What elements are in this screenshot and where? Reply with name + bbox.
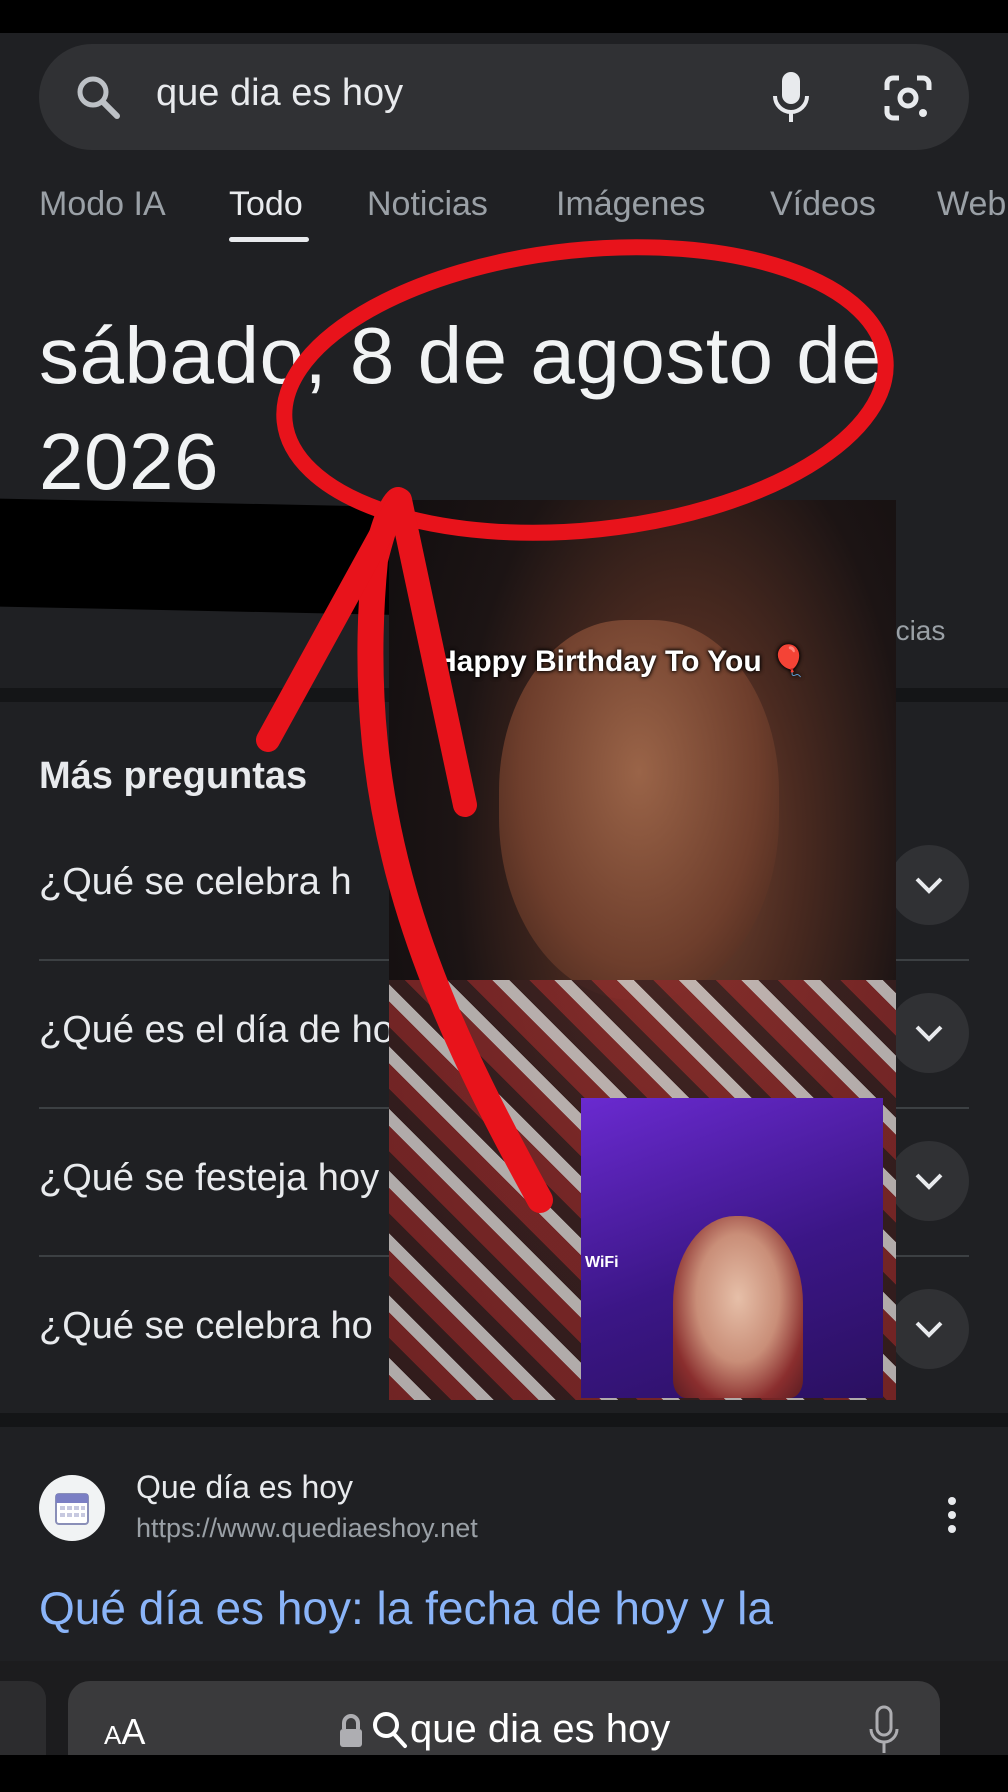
expand-button[interactable]	[889, 993, 969, 1073]
reader-settings-button[interactable]: AA	[104, 1711, 145, 1753]
inset-image: WiFi	[581, 1098, 883, 1398]
address-bar-text[interactable]: que dia es hoy	[410, 1707, 670, 1752]
expand-button[interactable]	[889, 845, 969, 925]
inset-label: WiFi	[585, 1254, 619, 1271]
tab-imagenes[interactable]: Imágenes	[556, 185, 705, 224]
chevron-down-icon	[915, 1173, 943, 1190]
expand-button[interactable]	[889, 1141, 969, 1221]
video-caption: Happy Birthday To You 🎈	[435, 645, 808, 678]
search-query[interactable]: que dia es hoy	[156, 72, 403, 115]
video-overlay[interactable]: Happy Birthday To You 🎈 WiFi	[389, 500, 896, 1400]
more-options-icon[interactable]	[944, 1495, 960, 1535]
date-answer: sábado, 8 de agosto de 2026	[39, 303, 999, 515]
previous-tab-edge[interactable]	[0, 1681, 46, 1755]
active-tab-indicator	[229, 237, 309, 242]
search-bar[interactable]: que dia es hoy	[39, 44, 969, 150]
faq-question: ¿Qué se festeja hoy	[39, 1157, 380, 1199]
site-favicon[interactable]	[39, 1475, 105, 1541]
faq-question: ¿Qué se celebra h	[39, 861, 352, 903]
section-divider	[0, 1413, 1008, 1427]
tab-noticias[interactable]: Noticias	[367, 185, 488, 224]
calendar-icon	[55, 1493, 89, 1525]
google-lens-icon[interactable]	[883, 74, 933, 122]
result-site-name[interactable]: Que día es hoy	[136, 1469, 353, 1506]
microphone-icon[interactable]	[769, 70, 813, 126]
result-title-link[interactable]: Qué día es hoy: la fecha de hoy y la	[39, 1581, 773, 1635]
chevron-down-icon	[915, 1321, 943, 1338]
home-indicator-area	[0, 1755, 1008, 1792]
faq-question: ¿Qué se celebra ho	[39, 1305, 373, 1347]
chevron-down-icon	[915, 877, 943, 894]
result-site-url[interactable]: https://www.quediaeshoy.net	[136, 1513, 478, 1544]
status-bar	[0, 0, 1008, 33]
chevron-down-icon	[915, 1025, 943, 1042]
faq-question: ¿Qué es el día de ho	[39, 1009, 394, 1051]
redaction-bar	[0, 498, 420, 616]
person-image	[673, 1216, 803, 1398]
lock-icon	[340, 1714, 362, 1747]
address-bar[interactable]: AA que dia es hoy	[68, 1681, 940, 1755]
expand-button[interactable]	[889, 1289, 969, 1369]
search-icon	[373, 1712, 407, 1748]
aa-large: A	[121, 1711, 146, 1752]
date-answer-line1: sábado, 8 de agosto de	[39, 311, 887, 400]
aa-small: A	[104, 1720, 122, 1750]
tab-todo[interactable]: Todo	[229, 185, 303, 224]
faq-title: Más preguntas	[39, 755, 308, 797]
microphone-icon[interactable]	[868, 1705, 900, 1755]
browser-toolbar: AA que dia es hoy	[0, 1661, 1008, 1755]
tab-videos[interactable]: Vídeos	[770, 185, 876, 224]
search-icon	[77, 76, 120, 119]
tab-web[interactable]: Web	[937, 185, 1006, 224]
tab-modo-ia[interactable]: Modo IA	[39, 185, 166, 224]
